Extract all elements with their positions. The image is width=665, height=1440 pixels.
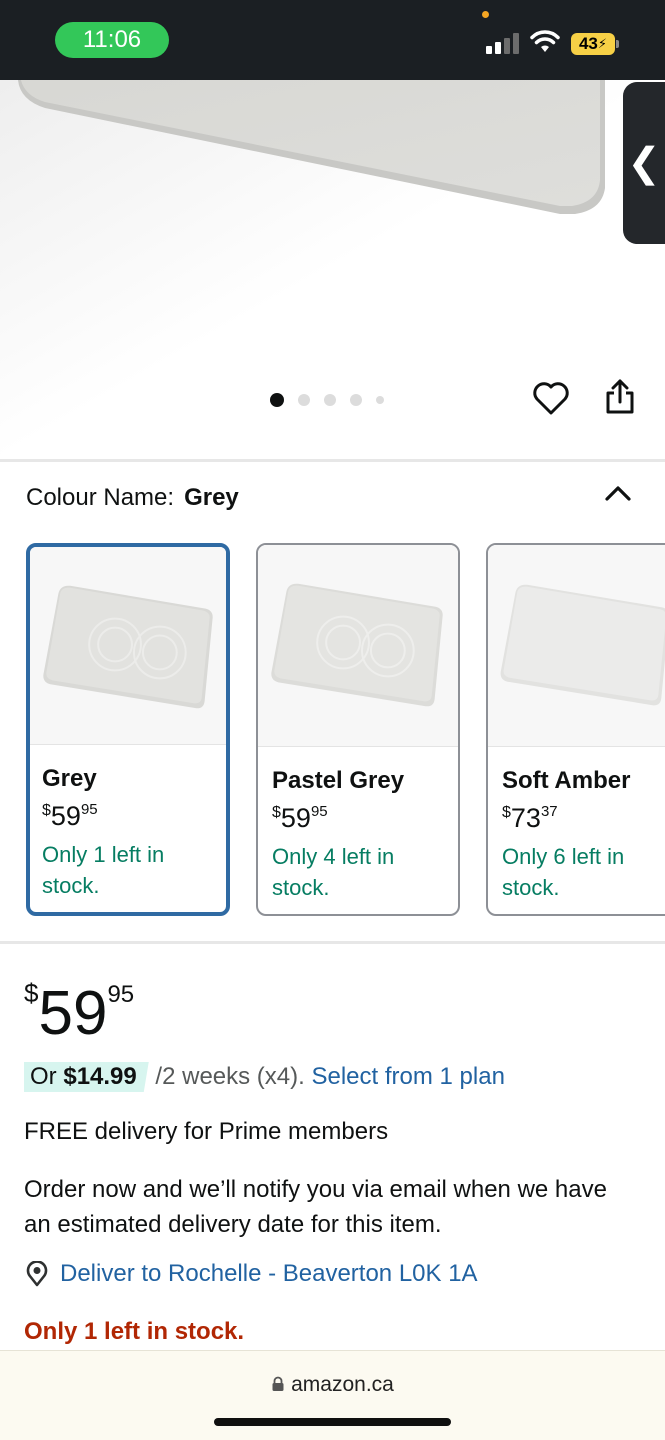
carousel-dots[interactable] (270, 393, 384, 407)
swatch-image (258, 545, 458, 747)
colour-name-key: Colour Name: (26, 484, 175, 511)
product-image-carousel[interactable]: ❮ (0, 80, 665, 460)
swatch-soft-amber[interactable]: Soft Amber $7337 Only 6 left in stock. (486, 543, 665, 916)
stock-warning: Only 1 left in stock. (24, 1318, 245, 1345)
deliver-to-text[interactable]: Deliver to Rochelle - Beaverton L0K 1A (60, 1260, 478, 1288)
heart-icon[interactable] (532, 380, 570, 416)
swatch-pastel-grey[interactable]: Pastel Grey $5995 Only 4 left in stock. (256, 543, 460, 916)
lock-icon (272, 1376, 284, 1391)
swatch-stock: Only 6 left in stock. (502, 844, 625, 900)
battery-level: 43 ⚡ (571, 33, 615, 55)
prime-delivery: FREE delivery for Prime members (24, 1118, 389, 1145)
order-note: Order now and we’ll notify you via email… (24, 1176, 607, 1238)
section-divider (0, 941, 665, 944)
swatch-stock: Only 1 left in stock. (42, 842, 165, 898)
carousel-dot[interactable] (298, 394, 310, 406)
swatch-image (488, 545, 665, 747)
home-indicator[interactable] (214, 1418, 451, 1426)
status-bar: 11:06 43 ⚡ (0, 0, 665, 80)
swatch-name: Soft Amber (502, 767, 631, 794)
privacy-indicator (482, 11, 489, 18)
swatch-image (30, 547, 226, 745)
chevron-up-icon[interactable] (603, 482, 633, 504)
wifi-icon (530, 30, 560, 52)
swatch-grey[interactable]: Grey $5995 Only 1 left in stock. (26, 543, 230, 916)
installment-terms: /2 weeks (x4). (155, 1063, 305, 1090)
chevron-left-icon[interactable]: ❮ (623, 82, 665, 244)
share-icon[interactable] (604, 378, 636, 416)
deliver-to-link[interactable]: Deliver to Rochelle - Beaverton L0K 1A (24, 1260, 478, 1288)
colour-name-label: Colour Name: Grey (26, 484, 239, 512)
carousel-dot[interactable] (270, 393, 284, 407)
swatch-name: Pastel Grey (272, 767, 405, 794)
carousel-dot[interactable] (324, 394, 336, 406)
url-text: amazon.ca (291, 1373, 394, 1396)
swatch-price: $7337 (502, 803, 558, 833)
swatch-price: $5995 (42, 801, 98, 831)
colour-name-value: Grey (184, 484, 239, 511)
status-time: 11:06 (55, 22, 169, 58)
carousel-dot[interactable] (350, 394, 362, 406)
battery-icon: 43 ⚡ (571, 33, 619, 55)
browser-url-bar[interactable]: amazon.ca (0, 1350, 665, 1440)
url-display[interactable]: amazon.ca (0, 1373, 665, 1397)
swatch-stock: Only 4 left in stock. (272, 844, 395, 900)
product-price: $5995 (24, 978, 135, 1048)
swatch-name: Grey (42, 765, 97, 792)
carousel-dot[interactable] (376, 396, 384, 404)
installment-badge: Or $14.99 (24, 1062, 149, 1092)
location-pin-icon (26, 1261, 48, 1287)
swatch-price: $5995 (272, 803, 328, 833)
installment-plan: Or $14.99 /2 weeks (x4). Select from 1 p… (24, 1062, 505, 1092)
signal-icon (486, 32, 520, 54)
section-divider (0, 459, 665, 462)
select-plan-link[interactable]: Select from 1 plan (311, 1063, 504, 1090)
